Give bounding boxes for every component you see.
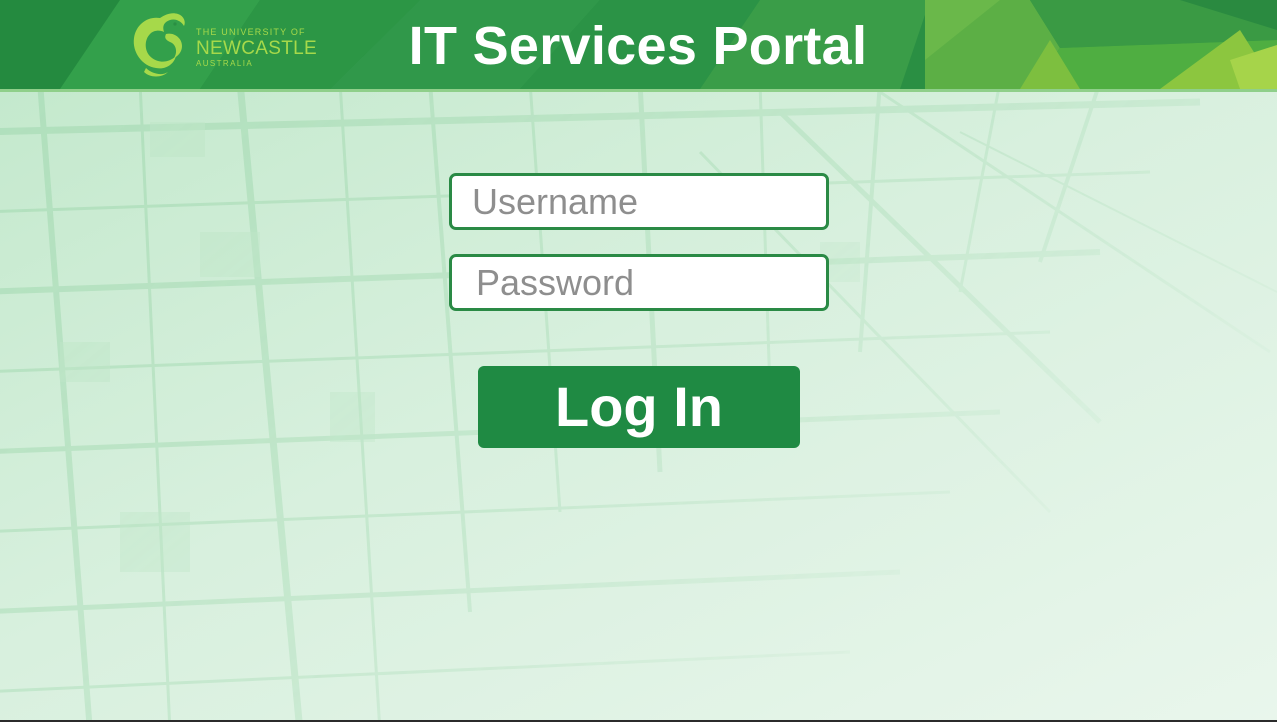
logo-line-university-of: THE UNIVERSITY OF [196,27,306,37]
header-banner: THE UNIVERSITY OF NEWCASTLE AUSTRALIA IT… [0,0,1277,89]
login-button[interactable]: Log In [478,366,800,448]
logo-line-newcastle: NEWCASTLE [196,38,317,59]
page-title: IT Services Portal [408,16,868,76]
logo-wordmark: THE UNIVERSITY OF NEWCASTLE AUSTRALIA [196,28,317,68]
header-divider [0,89,1277,92]
username-input[interactable] [449,173,829,230]
logo-line-australia: AUSTRALIA [196,59,254,68]
password-input[interactable] [449,254,829,311]
seahorse-logo-icon [133,13,185,77]
university-logo[interactable]: THE UNIVERSITY OF NEWCASTLE AUSTRALIA [126,12,317,78]
